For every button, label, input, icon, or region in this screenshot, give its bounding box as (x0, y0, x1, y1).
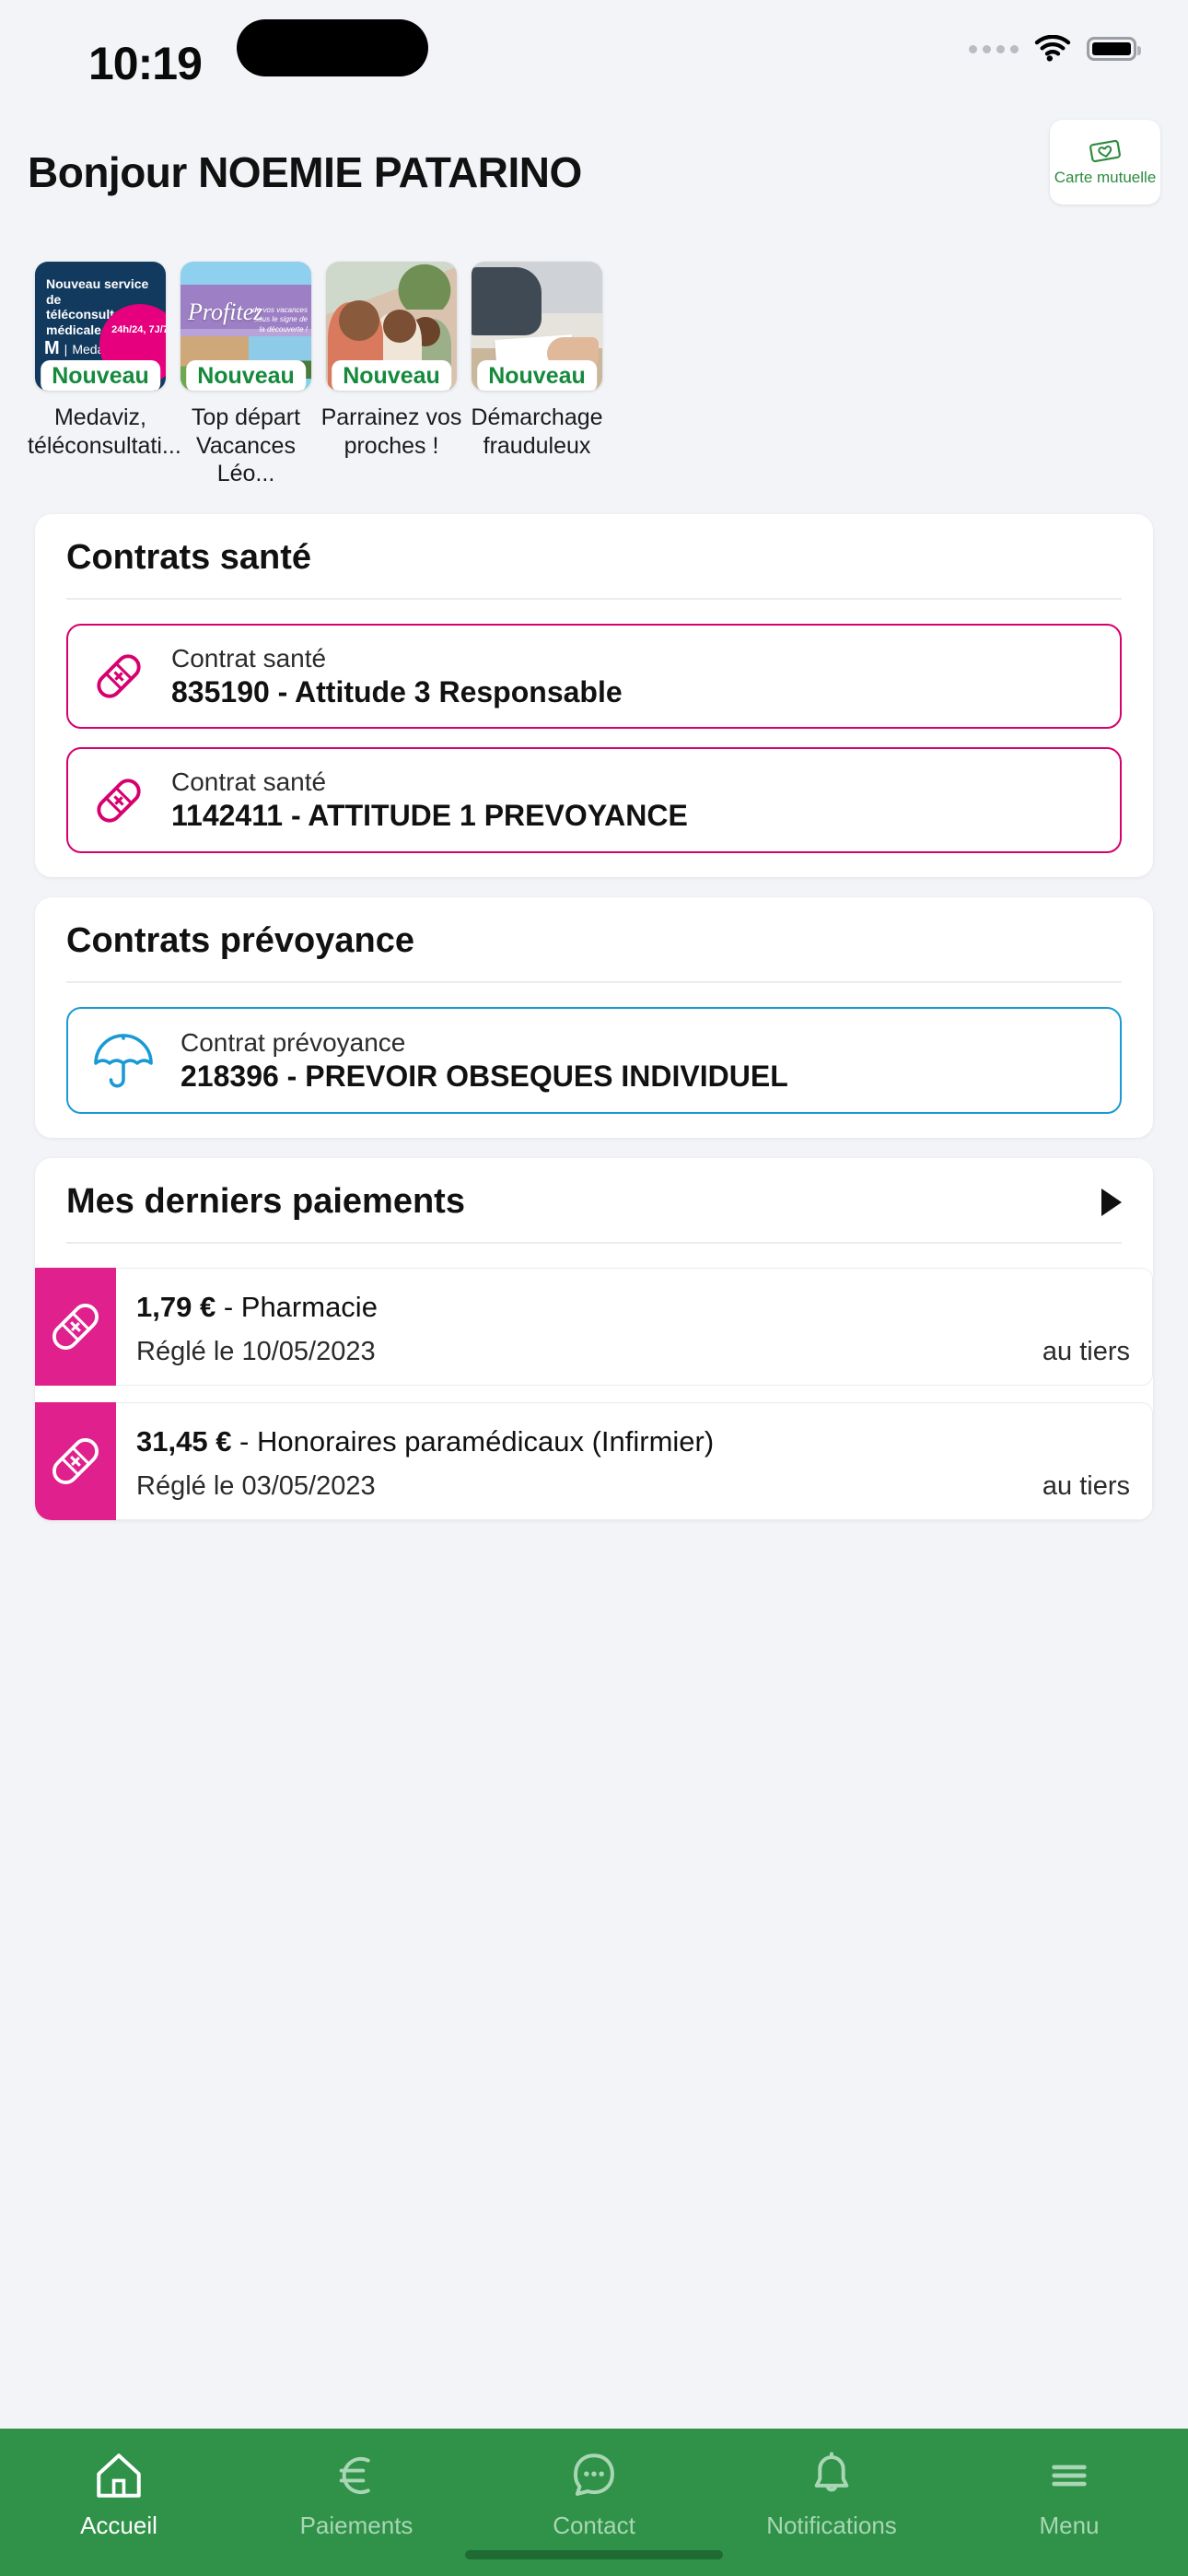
divider (66, 1242, 1122, 1245)
status-bar: 10:19 (0, 0, 1188, 129)
payment-amount: 1,79 € (136, 1291, 216, 1323)
news-badge: Nouveau (186, 360, 306, 391)
tab-label: Paiements (299, 2512, 413, 2539)
contract-label: Contrat santé (171, 767, 327, 797)
tab-label: Menu (1039, 2512, 1100, 2539)
dynamic-island (237, 19, 428, 76)
status-time: 10:19 (88, 38, 203, 89)
carte-mutuelle-button[interactable]: Carte mutuelle (1050, 120, 1160, 205)
contrats-sante-card: Contrats santé Contrat santé 835190 - At… (35, 513, 1153, 878)
decor-tree (392, 262, 457, 310)
news-thumb: Nouveau (472, 262, 602, 391)
payment-settled: Réglé le 03/05/2023 (136, 1471, 376, 1502)
payment-main: 1,79 € - Pharmacie (136, 1290, 1130, 1324)
payment-separator: - (231, 1425, 257, 1458)
tab-label: Notifications (766, 2512, 897, 2539)
news-badge: Nouveau (41, 360, 160, 391)
chat-bubble-icon (574, 2453, 614, 2496)
battery-icon (1087, 37, 1141, 61)
contract-value: 218396 - PREVOIR OBSEQUES INDIVIDUEL (181, 1059, 788, 1093)
news-caption: Parrainez vos proches ! (320, 404, 462, 459)
section-title: Contrats prévoyance (66, 921, 415, 961)
app-screen: 10:19 Bonjour NOEMIE PATARINO Carte mutu… (0, 0, 1188, 2576)
bandage-icon (97, 779, 141, 823)
hamburger-icon (1052, 2465, 1087, 2487)
bandage-icon (52, 1438, 99, 1485)
tab-notifications[interactable]: Notifications (713, 2449, 950, 2540)
contract-label: Contrat santé (171, 643, 327, 673)
bottom-tab-bar[interactable]: Accueil Paiements Contact Notifications … (0, 2429, 1188, 2576)
signal-dots-icon (969, 44, 1019, 53)
payment-body: 31,45 € - Honoraires paramédicaux (Infir… (116, 1402, 1153, 1521)
wifi-icon (1034, 35, 1071, 62)
payment-body: 1,79 € - Pharmacie Réglé le 10/05/2023 a… (116, 1268, 1153, 1387)
tab-menu[interactable]: Menu (950, 2449, 1188, 2540)
page-title: Bonjour NOEMIE PATARINO (28, 148, 582, 196)
tab-label: Contact (553, 2512, 635, 2539)
news-thumb: Nouveau (326, 262, 457, 391)
tab-accueil[interactable]: Accueil (0, 2449, 238, 2540)
contract-value: 835190 - Attitude 3 Responsable (171, 674, 623, 708)
section-title: Contrats santé (66, 537, 312, 577)
paiements-card: Mes derniers paiements 1,79 € - Pharmaci… (35, 1158, 1153, 1521)
payment-sub: Réglé le 03/05/2023 au tiers (136, 1471, 1130, 1502)
payment-row[interactable]: 1,79 € - Pharmacie Réglé le 10/05/2023 a… (35, 1268, 1153, 1387)
payment-mode: au tiers (1042, 1471, 1130, 1502)
decor-face (339, 300, 379, 341)
news-caption: Top départ Vacances Léo... (191, 404, 301, 486)
umbrella-icon (94, 1034, 153, 1088)
bell-icon (814, 2452, 849, 2492)
news-art-subtitle: de vos vacances sous le signe de la déco… (252, 306, 308, 334)
news-item[interactable]: Nouveau Parrainez vos proches ! (319, 262, 464, 488)
payment-main: 31,45 € - Honoraires paramédicaux (Infir… (136, 1424, 1130, 1458)
payment-row[interactable]: 31,45 € - Honoraires paramédicaux (Infir… (35, 1402, 1153, 1521)
carte-mutuelle-label: Carte mutuelle (1054, 169, 1157, 186)
divider (66, 981, 1122, 984)
payment-icon-tile (35, 1268, 116, 1387)
contract-row[interactable]: Contrat santé 1142411 - ATTITUDE 1 PREVO… (66, 747, 1122, 854)
decor-face (383, 310, 416, 343)
news-thumb: Nouveau service de téléconsultation médi… (35, 262, 166, 391)
news-item[interactable]: Profitez de vos vacances sous le signe d… (173, 262, 319, 488)
payment-icon-tile (35, 1402, 116, 1521)
payment-settled: Réglé le 10/05/2023 (136, 1337, 376, 1367)
bandage-icon (52, 1304, 99, 1351)
news-caption: Medaviz, téléconsultati... (28, 404, 181, 459)
contract-row[interactable]: Contrat prévoyance 218396 - PREVOIR OBSE… (66, 1007, 1122, 1115)
news-badge: Nouveau (477, 360, 597, 391)
news-caption: Démarchage frauduleux (471, 404, 603, 459)
payment-category: Pharmacie (240, 1291, 378, 1323)
paiements-header[interactable]: Mes derniers paiements (35, 1158, 1153, 1242)
greeting-row: Bonjour NOEMIE PATARINO Carte mutuelle (0, 120, 1188, 251)
news-carousel[interactable]: Nouveau service de téléconsultation médi… (0, 262, 1188, 488)
payment-amount: 31,45 € (136, 1425, 232, 1458)
tab-label: Accueil (80, 2512, 157, 2539)
home-indicator (465, 2550, 723, 2559)
contract-value: 1142411 - ATTITUDE 1 PREVOYANCE (171, 799, 688, 833)
tab-contact[interactable]: Contact (475, 2449, 713, 2540)
payment-mode: au tiers (1042, 1337, 1130, 1367)
contract-row[interactable]: Contrat santé 835190 - Attitude 3 Respon… (66, 623, 1122, 730)
chevron-right-icon[interactable] (1101, 1188, 1122, 1216)
news-item[interactable]: Nouveau Démarchage frauduleux (464, 262, 610, 488)
bandage-icon (97, 654, 141, 698)
news-badge: Nouveau (332, 360, 451, 391)
home-icon (97, 2453, 141, 2498)
mutual-card-heart-icon (1089, 139, 1121, 163)
tab-paiements[interactable]: Paiements (238, 2449, 475, 2540)
section-title: Mes derniers paiements (66, 1182, 465, 1222)
payment-sub: Réglé le 10/05/2023 au tiers (136, 1337, 1130, 1367)
contrats-prevoyance-card: Contrats prévoyance Contrat prévoyance 2… (35, 897, 1153, 1139)
payment-separator: - (215, 1291, 241, 1323)
payment-category: Honoraires paramédicaux (Infirmier) (257, 1425, 715, 1458)
status-indicators (969, 35, 1141, 63)
contract-label: Contrat prévoyance (181, 1027, 406, 1057)
euro-icon (339, 2456, 370, 2495)
divider (66, 597, 1122, 600)
decor-sleeve (472, 267, 542, 335)
news-thumb: Profitez de vos vacances sous le signe d… (181, 262, 311, 391)
news-item[interactable]: Nouveau service de téléconsultation médi… (28, 262, 181, 488)
